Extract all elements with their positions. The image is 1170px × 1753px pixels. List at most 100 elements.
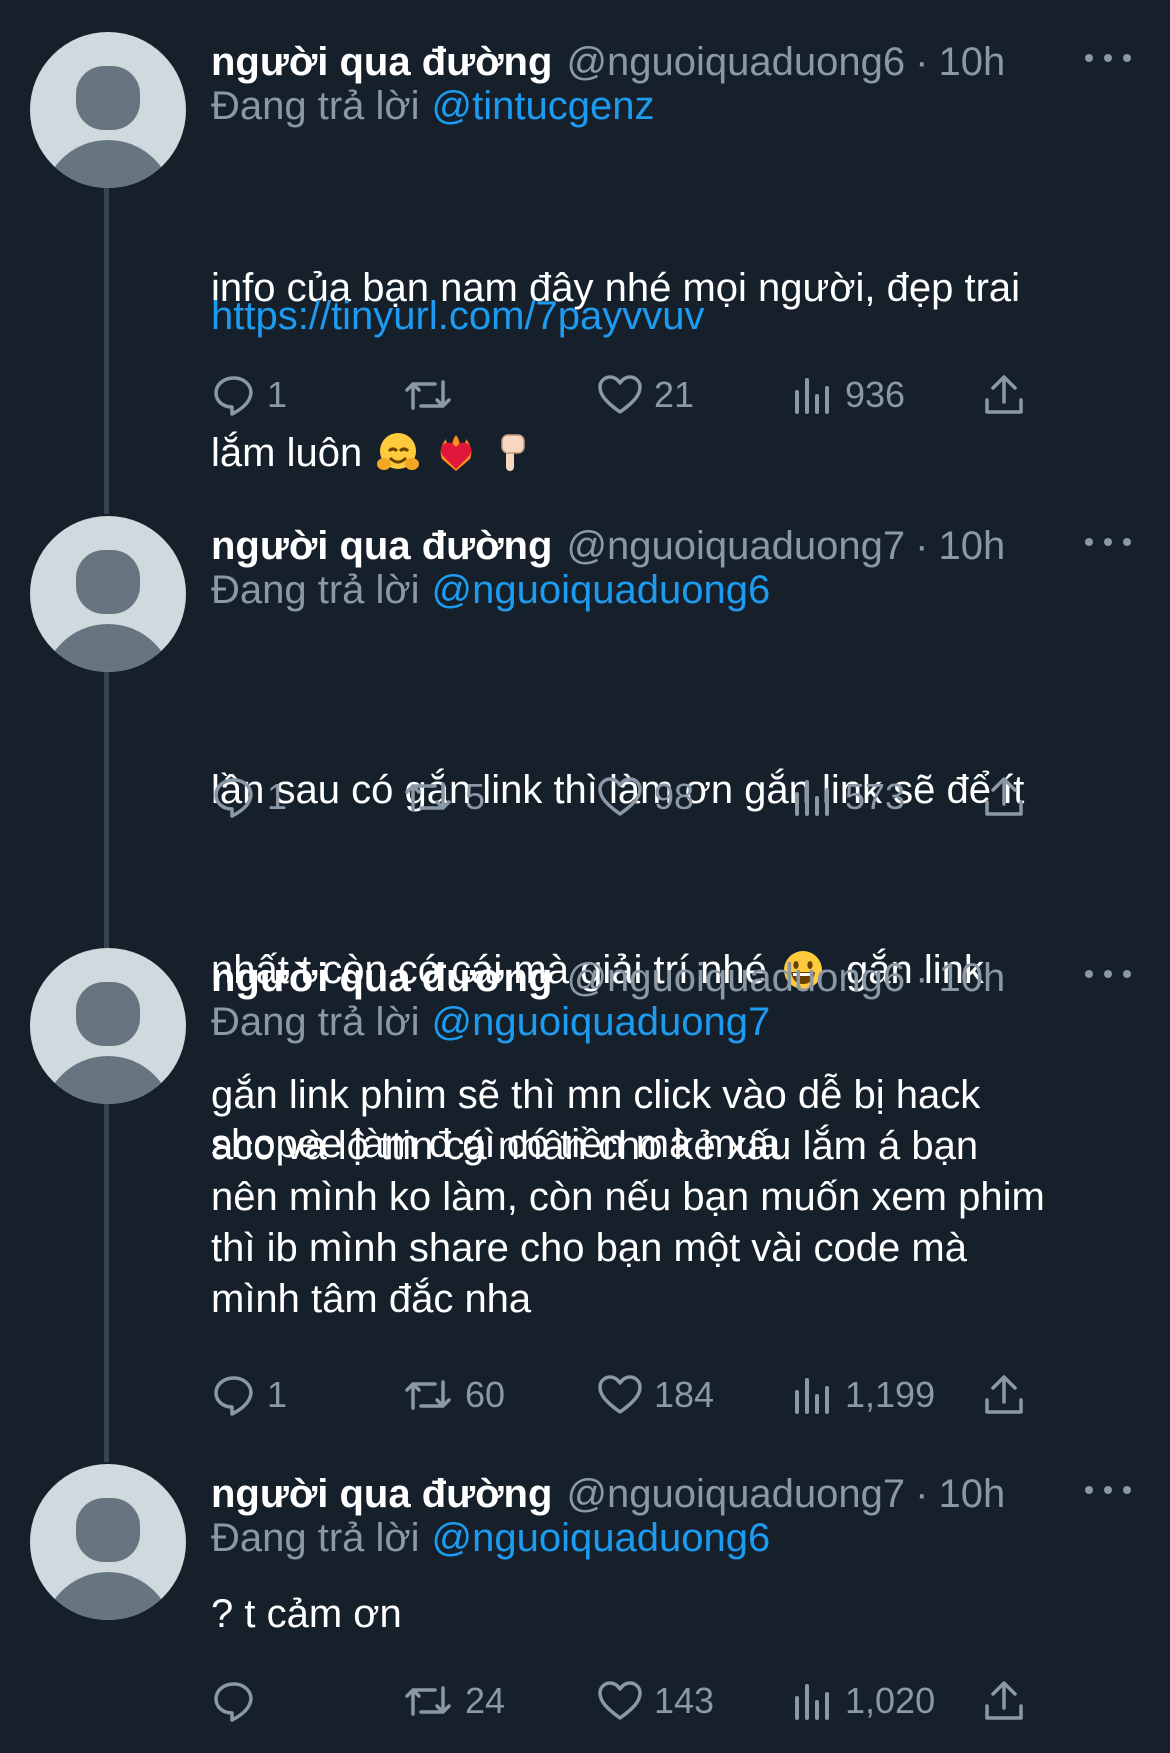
- tweet-header: người qua đường @nguoiquaduong6 · 10h: [211, 32, 1005, 92]
- reply-button[interactable]: [211, 1676, 267, 1726]
- retweet-count: 60: [465, 1374, 506, 1415]
- replying-to-label: Đang trả lời: [211, 1516, 420, 1560]
- reply-icon: [214, 1376, 253, 1416]
- retweet-icon: [405, 380, 451, 410]
- tweet[interactable]: người qua đường @nguoiquaduong7 · 10h Đa…: [0, 516, 1170, 1166]
- reply-button[interactable]: 1: [211, 1370, 287, 1420]
- reply-icon: [214, 778, 253, 818]
- pointing-down-emoji-icon: [501, 434, 525, 471]
- display-name[interactable]: người qua đường: [211, 524, 552, 569]
- share-button[interactable]: [981, 772, 1027, 822]
- tweet[interactable]: người qua đường @nguoiquaduong7 · 10h Đa…: [0, 1464, 1170, 1753]
- heart-on-fire-emoji-icon: [440, 435, 472, 471]
- share-icon: [985, 1681, 1023, 1720]
- share-icon: [985, 777, 1023, 816]
- tweet[interactable]: người qua đường @nguoiquaduong6 · 10h Đa…: [0, 32, 1170, 475]
- reply-count: 1: [267, 374, 288, 415]
- mention-link[interactable]: @nguoiquaduong6: [432, 568, 771, 612]
- tweet-actions: 24 143 1,020: [211, 1676, 1041, 1726]
- timestamp[interactable]: 10h: [938, 40, 1005, 85]
- timestamp[interactable]: 10h: [938, 956, 1005, 1001]
- avatar[interactable]: [30, 32, 186, 188]
- tweet-link[interactable]: https://tinyurl.com/7payvvuv: [211, 294, 705, 339]
- share-button[interactable]: [981, 1676, 1027, 1726]
- like-button[interactable]: 143: [596, 1676, 714, 1726]
- views-count: 936: [845, 374, 906, 415]
- reply-count: 1: [267, 776, 288, 817]
- replying-to: Đang trả lời @nguoiquaduong7: [211, 1000, 770, 1045]
- tweet-header: người qua đường @nguoiquaduong6 · 10h: [211, 948, 1005, 1008]
- like-button[interactable]: 98: [596, 772, 694, 822]
- more-options-icon[interactable]: [1085, 962, 1131, 986]
- tweet-text-line-content: lắm luôn: [211, 431, 363, 475]
- heart-icon: [598, 1375, 642, 1414]
- views-icon: [795, 780, 829, 816]
- tweet-actions: 1 5 98 573: [211, 772, 1041, 822]
- avatar[interactable]: [30, 1464, 186, 1620]
- like-count: 184: [654, 1374, 715, 1415]
- views-button[interactable]: 1,199: [791, 1370, 935, 1420]
- reply-icon: [214, 1682, 253, 1722]
- display-name[interactable]: người qua đường: [211, 40, 552, 85]
- views-button[interactable]: 1,020: [791, 1676, 935, 1726]
- retweet-count: 5: [465, 776, 486, 817]
- user-handle[interactable]: @nguoiquaduong6: [566, 956, 905, 1001]
- share-icon: [985, 1375, 1023, 1414]
- retweet-button[interactable]: 5: [401, 772, 485, 822]
- retweet-icon: [405, 1380, 451, 1410]
- views-icon: [795, 378, 829, 414]
- retweet-button[interactable]: 24: [401, 1676, 505, 1726]
- user-handle[interactable]: @nguoiquaduong7: [566, 1472, 905, 1517]
- retweet-button[interactable]: 60: [401, 1370, 505, 1420]
- avatar[interactable]: [30, 516, 186, 672]
- retweet-icon: [405, 1686, 451, 1716]
- timestamp[interactable]: 10h: [938, 524, 1005, 569]
- hugging-face-emoji-icon: [377, 433, 420, 470]
- tweet-text: gắn link phim sẽ thì mn click vào dễ bị …: [211, 1073, 1045, 1321]
- timestamp[interactable]: 10h: [938, 1472, 1005, 1517]
- heart-icon: [598, 777, 642, 816]
- separator-dot: ·: [915, 1471, 929, 1516]
- heart-icon: [598, 375, 642, 414]
- like-button[interactable]: 184: [596, 1370, 714, 1420]
- replying-to-label: Đang trả lời: [211, 568, 420, 612]
- retweet-count: 24: [465, 1680, 506, 1721]
- reply-count: 1: [267, 1374, 288, 1415]
- views-button[interactable]: 936: [791, 370, 905, 420]
- retweet-button[interactable]: [401, 370, 465, 420]
- tweet-text: ? t cảm ơn: [211, 1592, 402, 1636]
- views-count: 573: [845, 776, 906, 817]
- retweet-icon: [405, 782, 451, 812]
- more-options-icon[interactable]: [1085, 530, 1131, 554]
- reply-icon: [214, 376, 253, 416]
- tweet-header: người qua đường @nguoiquaduong7 · 10h: [211, 1464, 1005, 1524]
- separator-dot: ·: [915, 955, 929, 1000]
- like-count: 98: [654, 776, 695, 817]
- more-options-icon[interactable]: [1085, 1478, 1131, 1502]
- mention-link[interactable]: @nguoiquaduong7: [432, 1000, 771, 1044]
- tweet[interactable]: người qua đường @nguoiquaduong6 · 10h Đa…: [0, 948, 1170, 1458]
- views-icon: [795, 1378, 829, 1414]
- display-name[interactable]: người qua đường: [211, 956, 552, 1001]
- views-icon: [795, 1684, 829, 1720]
- reply-button[interactable]: 1: [211, 370, 287, 420]
- reply-button[interactable]: 1: [211, 772, 287, 822]
- tweet-actions: 1 60 184 1,199: [211, 1370, 1041, 1420]
- share-button[interactable]: [981, 370, 1027, 420]
- replying-to: Đang trả lời @nguoiquaduong6: [211, 568, 770, 613]
- like-count: 143: [654, 1680, 715, 1721]
- user-handle[interactable]: @nguoiquaduong6: [566, 40, 905, 85]
- separator-dot: ·: [915, 39, 929, 84]
- display-name[interactable]: người qua đường: [211, 1472, 552, 1517]
- share-button[interactable]: [981, 1370, 1027, 1420]
- replying-to: Đang trả lời @tintucgenz: [211, 84, 655, 129]
- user-handle[interactable]: @nguoiquaduong7: [566, 524, 905, 569]
- avatar[interactable]: [30, 948, 186, 1104]
- mention-link[interactable]: @tintucgenz: [432, 84, 655, 128]
- share-icon: [985, 375, 1023, 414]
- like-button[interactable]: 21: [596, 370, 694, 420]
- views-button[interactable]: 573: [791, 772, 905, 822]
- more-options-icon[interactable]: [1085, 46, 1131, 70]
- mention-link[interactable]: @nguoiquaduong6: [432, 1516, 771, 1560]
- tweet-actions: 1 21 936: [211, 370, 1041, 420]
